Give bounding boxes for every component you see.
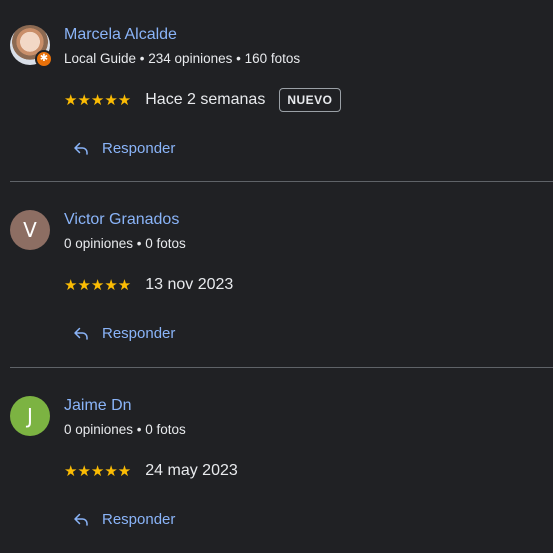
local-guide-badge-icon: ✱ bbox=[35, 50, 53, 68]
reviewer-name[interactable]: Jaime Dn bbox=[64, 397, 132, 415]
reviewer-meta: Local Guide • 234 opiniones • 160 fotos bbox=[64, 51, 301, 66]
star-rating: ★★★★★ bbox=[64, 462, 132, 480]
avatar[interactable]: J bbox=[10, 396, 50, 436]
reply-label: Responder bbox=[102, 510, 176, 528]
reviewer-name[interactable]: Victor Granados bbox=[64, 211, 179, 229]
review-date: 13 nov 2023 bbox=[145, 276, 234, 293]
avatar-initial: J bbox=[27, 404, 33, 428]
reply-arrow-icon bbox=[74, 327, 88, 340]
reply-button[interactable]: Responder bbox=[72, 510, 175, 528]
reply-button[interactable]: Responder bbox=[72, 324, 175, 342]
divider bbox=[10, 181, 553, 182]
reply-arrow-icon bbox=[74, 513, 88, 526]
rating-row: ★★★★★ 24 may 2023 bbox=[64, 458, 238, 484]
rating-row: ★★★★★ 13 nov 2023 bbox=[64, 272, 233, 298]
reviewer-meta: 0 opiniones • 0 fotos bbox=[64, 422, 186, 437]
avatar[interactable]: ✱ bbox=[10, 25, 53, 68]
review-date: Hace 2 semanas bbox=[145, 91, 266, 108]
review-date: 24 may 2023 bbox=[145, 462, 238, 479]
reply-label: Responder bbox=[102, 324, 176, 342]
star-rating: ★★★★★ bbox=[64, 91, 132, 109]
new-badge: NUEVO bbox=[279, 88, 341, 112]
star-rating: ★★★★★ bbox=[64, 276, 132, 294]
reply-label: Responder bbox=[102, 139, 176, 157]
reviewer-meta: 0 opiniones • 0 fotos bbox=[64, 236, 186, 251]
avatar[interactable]: V bbox=[10, 210, 50, 250]
avatar-initial: V bbox=[23, 218, 37, 242]
rating-row: ★★★★★ Hace 2 semanas NUEVO bbox=[64, 87, 341, 113]
divider bbox=[10, 367, 553, 368]
reply-button[interactable]: Responder bbox=[72, 139, 175, 157]
reply-arrow-icon bbox=[74, 142, 88, 155]
reviewer-name[interactable]: Marcela Alcalde bbox=[64, 26, 177, 44]
